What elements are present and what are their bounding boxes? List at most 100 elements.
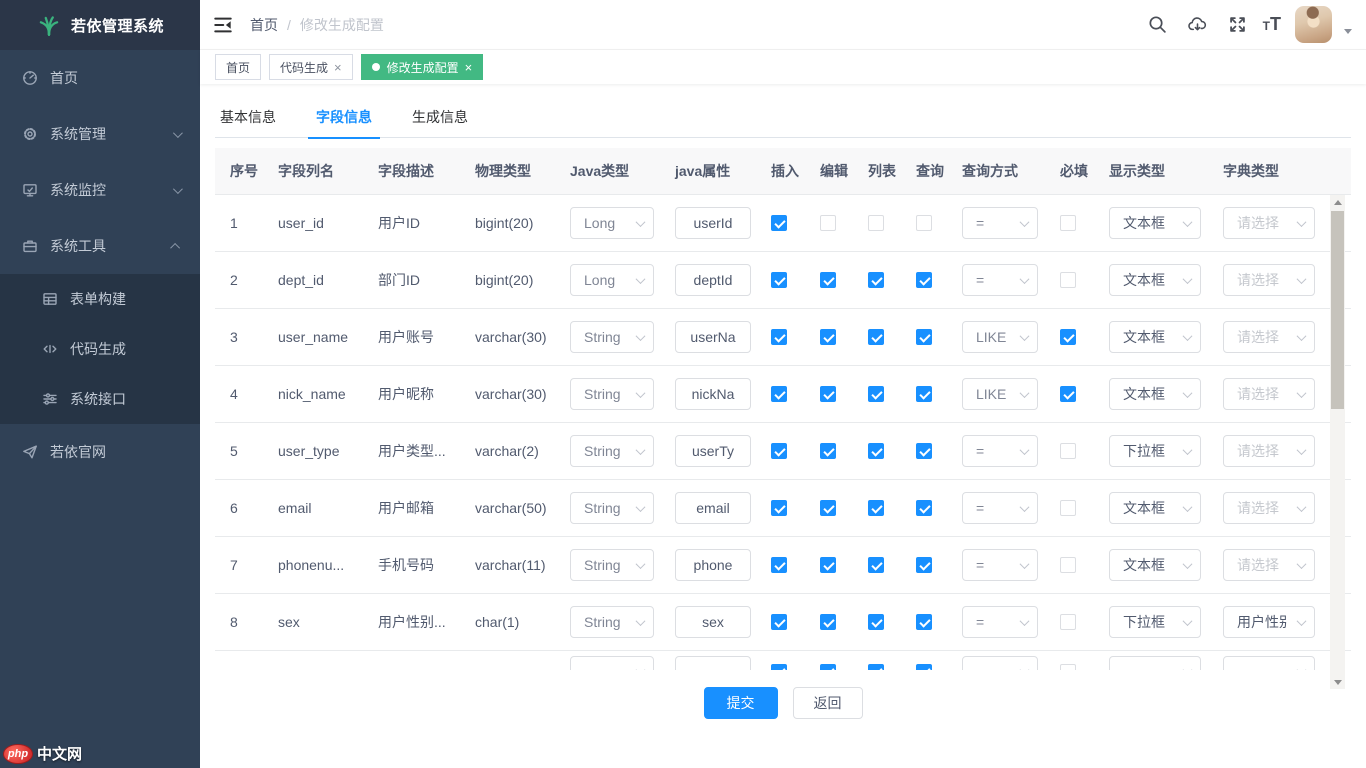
checkbox-required[interactable] <box>1060 557 1076 573</box>
checkbox-required[interactable] <box>1060 272 1076 288</box>
checkbox-required[interactable] <box>1060 443 1076 459</box>
input-java-field[interactable]: sex <box>675 606 751 638</box>
checkbox-required[interactable] <box>1060 664 1076 671</box>
select-query-type[interactable] <box>962 656 1038 671</box>
avatar[interactable] <box>1295 6 1332 43</box>
back-button[interactable]: 返回 <box>793 687 863 719</box>
scroll-down-arrow-icon[interactable] <box>1330 675 1345 689</box>
checkbox-required[interactable] <box>1060 329 1076 345</box>
sidebar-item-official-site[interactable]: 若依官网 <box>0 424 200 480</box>
checkbox-required[interactable] <box>1060 386 1076 402</box>
select-dict-type[interactable]: 请选择 <box>1223 378 1315 410</box>
checkbox-query[interactable] <box>916 329 932 345</box>
select-query-type[interactable]: = <box>962 606 1038 638</box>
checkbox-edit[interactable] <box>820 500 836 516</box>
checkbox-insert[interactable] <box>771 329 787 345</box>
checkbox-list[interactable] <box>868 329 884 345</box>
hamburger-icon[interactable] <box>212 14 234 36</box>
select-html-type[interactable]: 文本框 <box>1109 549 1201 581</box>
select-dict-type[interactable]: 请选择 <box>1223 435 1315 467</box>
checkbox-insert[interactable] <box>771 557 787 573</box>
checkbox-list[interactable] <box>868 500 884 516</box>
tab-generate-info[interactable]: 生成信息 <box>392 98 488 138</box>
checkbox-query[interactable] <box>916 664 932 671</box>
search-button[interactable] <box>1143 8 1173 42</box>
sidebar-item-home[interactable]: 首页 <box>0 50 200 106</box>
select-java-type[interactable]: String <box>570 606 654 638</box>
select-dict-type[interactable]: 请选择 <box>1223 549 1315 581</box>
checkbox-edit[interactable] <box>820 386 836 402</box>
select-java-type[interactable]: Long <box>570 207 654 239</box>
select-query-type[interactable]: = <box>962 207 1038 239</box>
select-query-type[interactable]: = <box>962 549 1038 581</box>
sidebar-item-system-tools[interactable]: 系统工具 <box>0 218 200 274</box>
select-html-type[interactable]: 文本框 <box>1109 207 1201 239</box>
checkbox-insert[interactable] <box>771 386 787 402</box>
select-query-type[interactable]: = <box>962 264 1038 296</box>
input-java-field[interactable]: deptId <box>675 264 751 296</box>
select-dict-type[interactable]: 用户性别 <box>1223 606 1315 638</box>
select-java-type[interactable]: String <box>570 549 654 581</box>
input-java-field[interactable]: phone <box>675 549 751 581</box>
breadcrumb-home[interactable]: 首页 <box>250 15 278 35</box>
fullscreen-button[interactable] <box>1223 8 1253 42</box>
sidebar-item-system-api[interactable]: 系统接口 <box>0 374 200 424</box>
select-dict-type[interactable]: 请选择 <box>1223 264 1315 296</box>
checkbox-list[interactable] <box>868 215 884 231</box>
checkbox-list[interactable] <box>868 443 884 459</box>
checkbox-edit[interactable] <box>820 664 836 671</box>
checkbox-list[interactable] <box>868 557 884 573</box>
select-java-type[interactable] <box>570 656 654 671</box>
checkbox-query[interactable] <box>916 500 932 516</box>
checkbox-query[interactable] <box>916 272 932 288</box>
select-html-type[interactable]: 下拉框 <box>1109 606 1201 638</box>
select-html-type[interactable]: 文本框 <box>1109 378 1201 410</box>
checkbox-insert[interactable] <box>771 614 787 630</box>
checkbox-insert[interactable] <box>771 500 787 516</box>
checkbox-query[interactable] <box>916 557 932 573</box>
checkbox-edit[interactable] <box>820 557 836 573</box>
input-java-field[interactable]: userId <box>675 207 751 239</box>
checkbox-required[interactable] <box>1060 500 1076 516</box>
select-html-type[interactable]: 文本框 <box>1109 264 1201 296</box>
caret-down-icon[interactable] <box>1344 29 1352 34</box>
tab-field-info[interactable]: 字段信息 <box>296 98 392 138</box>
checkbox-list[interactable] <box>868 614 884 630</box>
font-size-icon[interactable]: TT <box>1263 15 1281 34</box>
tag-home[interactable]: 首页 <box>215 54 261 80</box>
select-html-type[interactable]: 文本框 <box>1109 492 1201 524</box>
input-java-field[interactable]: nickNa <box>675 378 751 410</box>
input-java-field[interactable]: userNa <box>675 321 751 353</box>
select-query-type[interactable]: = <box>962 492 1038 524</box>
app-logo[interactable]: 若依管理系统 <box>0 0 200 50</box>
checkbox-query[interactable] <box>916 386 932 402</box>
checkbox-edit[interactable] <box>820 329 836 345</box>
select-java-type[interactable]: String <box>570 435 654 467</box>
input-java-field[interactable] <box>675 656 751 671</box>
tag-code-generate[interactable]: 代码生成 × <box>269 54 353 80</box>
select-dict-type[interactable]: 请选择 <box>1223 492 1315 524</box>
checkbox-list[interactable] <box>868 272 884 288</box>
download-button[interactable] <box>1183 8 1213 42</box>
scroll-up-arrow-icon[interactable] <box>1330 195 1345 209</box>
checkbox-edit[interactable] <box>820 215 836 231</box>
input-java-field[interactable]: email <box>675 492 751 524</box>
close-icon[interactable]: × <box>334 61 342 74</box>
table-scrollbar[interactable] <box>1330 195 1345 689</box>
tag-edit-gen-config[interactable]: 修改生成配置 × <box>361 54 484 80</box>
select-query-type[interactable]: LIKE <box>962 321 1038 353</box>
checkbox-insert[interactable] <box>771 272 787 288</box>
sidebar-item-system-monitor[interactable]: 系统监控 <box>0 162 200 218</box>
checkbox-edit[interactable] <box>820 614 836 630</box>
checkbox-list[interactable] <box>868 386 884 402</box>
select-dict-type[interactable]: 请选择 <box>1223 207 1315 239</box>
checkbox-insert[interactable] <box>771 443 787 459</box>
select-java-type[interactable]: String <box>570 492 654 524</box>
sidebar-item-system-manage[interactable]: 系统管理 <box>0 106 200 162</box>
checkbox-insert[interactable] <box>771 215 787 231</box>
checkbox-required[interactable] <box>1060 614 1076 630</box>
submit-button[interactable]: 提交 <box>704 687 778 719</box>
select-dict-type[interactable]: 请选择 <box>1223 321 1315 353</box>
select-html-type[interactable]: 文本框 <box>1109 321 1201 353</box>
tab-basic-info[interactable]: 基本信息 <box>215 98 296 138</box>
